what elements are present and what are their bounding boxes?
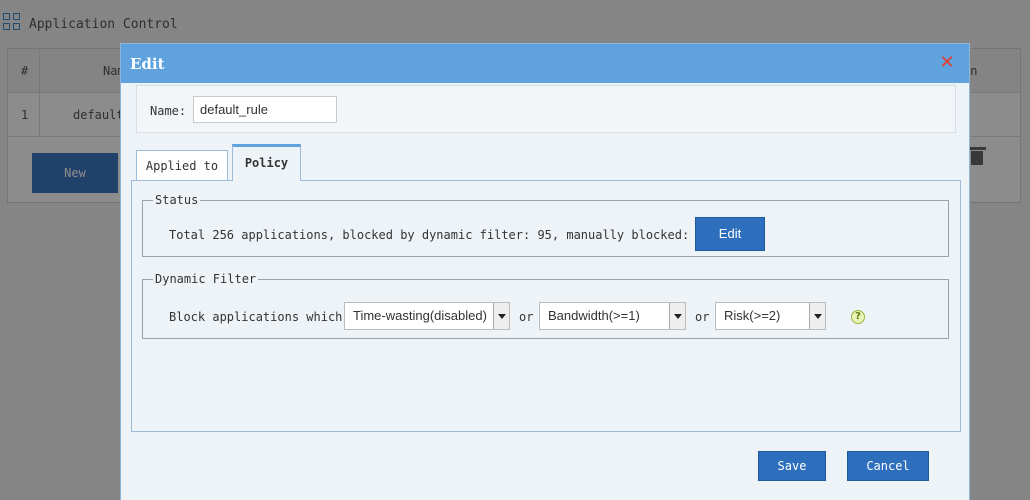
time-wasting-select[interactable]: Time-wasting(disabled) — [344, 302, 510, 330]
or-connector: or — [519, 310, 534, 324]
tab-policy[interactable]: Policy — [232, 144, 301, 181]
bandwidth-select[interactable]: Bandwidth(>=1) — [539, 302, 686, 330]
status-summary: Total 256 applications, blocked by dynam… — [169, 228, 704, 242]
chevron-down-icon[interactable] — [669, 303, 685, 329]
close-icon[interactable]: ✕ — [937, 52, 957, 74]
chevron-down-icon[interactable] — [809, 303, 825, 329]
select-value: Risk(>=2) — [724, 308, 781, 323]
cancel-button[interactable]: Cancel — [847, 451, 929, 481]
edit-dialog: Edit ✕ Name: default_rule Applied to Pol… — [120, 43, 970, 500]
policy-panel: Status Total 256 applications, blocked b… — [131, 180, 961, 432]
help-icon[interactable]: ? — [851, 310, 865, 324]
select-value: Time-wasting(disabled) — [353, 308, 487, 323]
name-section: Name: default_rule — [136, 85, 956, 133]
filter-lead-text: Block applications which — [169, 310, 343, 324]
status-legend: Status — [155, 193, 199, 207]
dialog-title: Edit — [130, 55, 165, 73]
status-group: Status Total 256 applications, blocked b… — [142, 193, 949, 257]
save-button[interactable]: Save — [758, 451, 826, 481]
name-label: Name: — [150, 104, 187, 118]
or-connector: or — [695, 310, 710, 324]
edit-button[interactable]: Edit — [695, 217, 765, 251]
tab-applied-to[interactable]: Applied to — [136, 150, 228, 181]
risk-select[interactable]: Risk(>=2) — [715, 302, 826, 330]
chevron-down-icon[interactable] — [493, 303, 509, 329]
dynamic-filter-group: Dynamic Filter Block applications which … — [142, 272, 949, 339]
dialog-header: Edit ✕ — [121, 44, 969, 83]
dynamic-filter-legend: Dynamic Filter — [155, 272, 257, 286]
name-field[interactable]: default_rule — [193, 96, 337, 123]
select-value: Bandwidth(>=1) — [548, 308, 640, 323]
